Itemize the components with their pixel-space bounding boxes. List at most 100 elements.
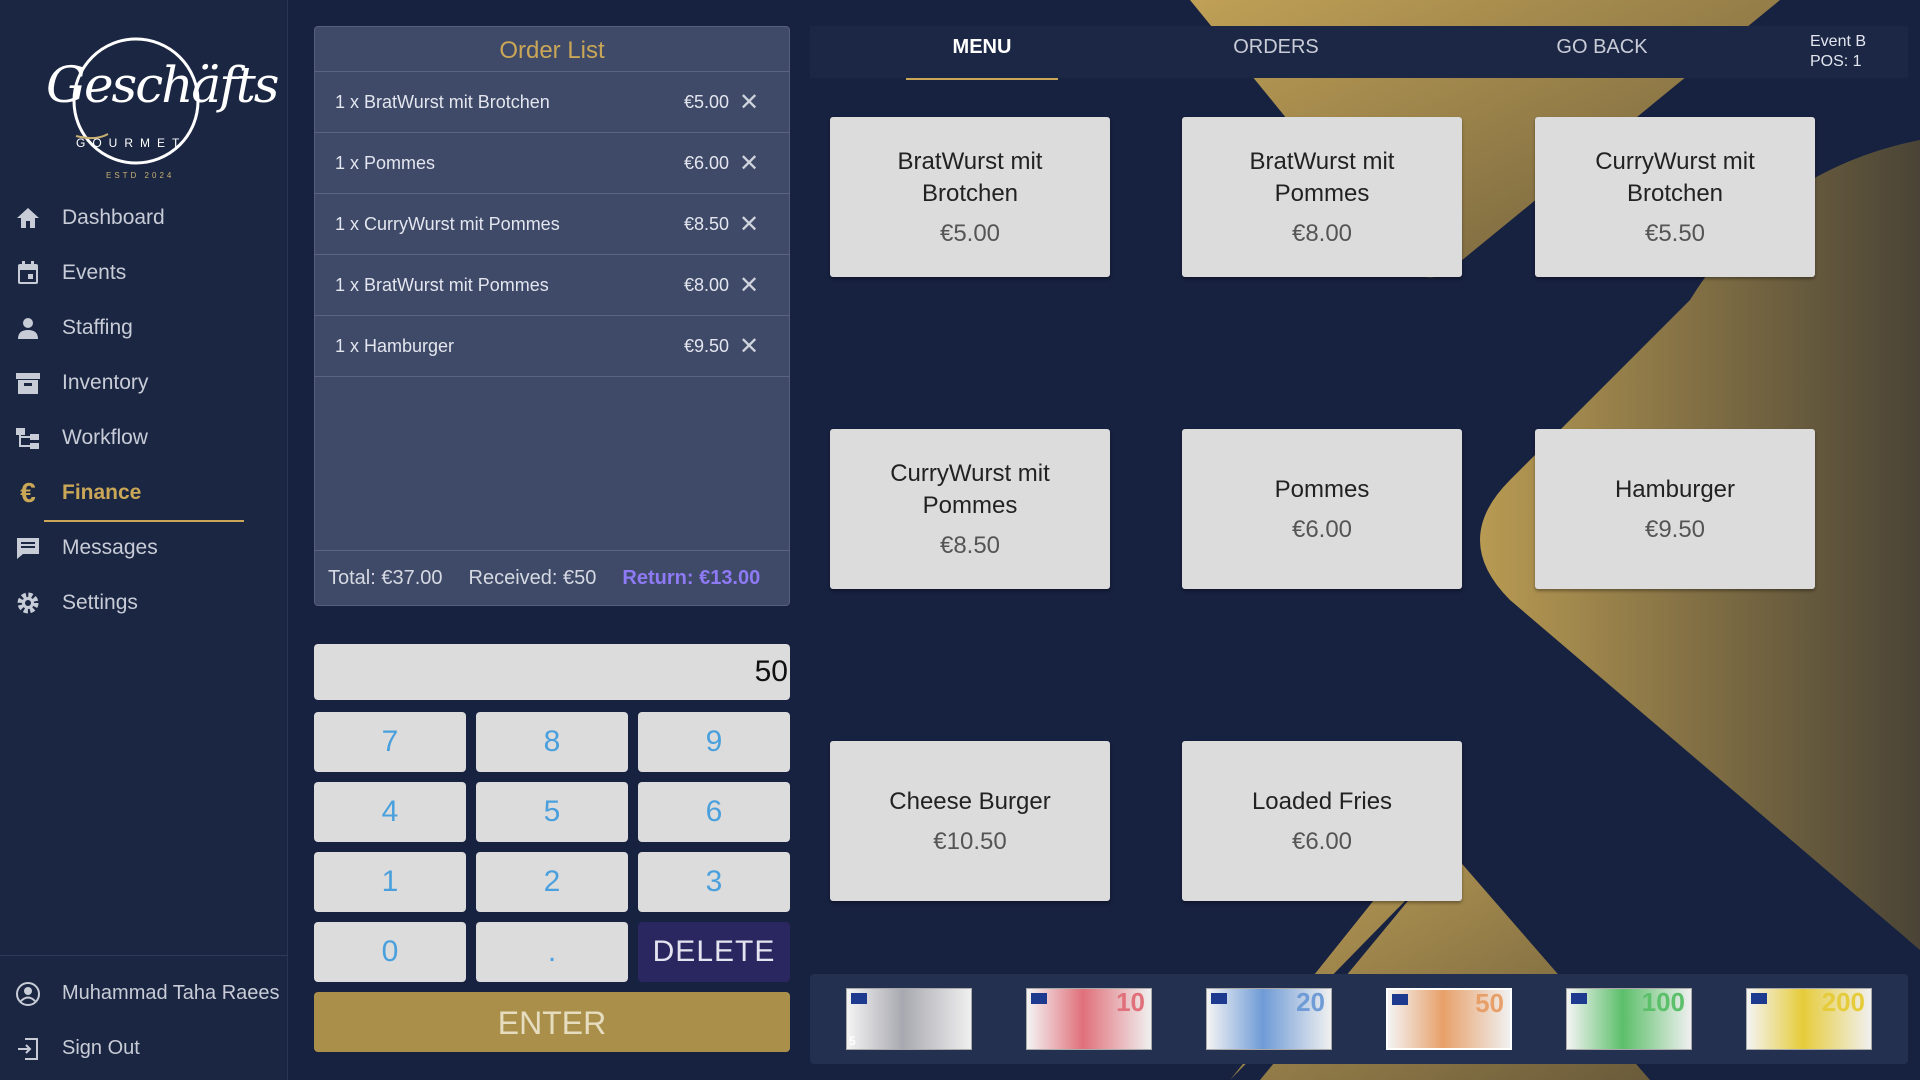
- logo-script: Geschäfts: [46, 56, 279, 114]
- logo-estd: ESTD 2024: [106, 171, 175, 180]
- banknote-selector: 5 10 20 50 100 200: [810, 974, 1908, 1064]
- order-list-title: Order List: [315, 27, 789, 72]
- menu-item-price: €9.50: [1644, 516, 1706, 543]
- menu-item-price: €8.50: [939, 532, 1001, 559]
- sidebar-footer: Muhammad Taha Raees Sign Out: [0, 955, 288, 1076]
- user-circle-icon: [14, 980, 42, 1008]
- delete-button[interactable]: DELETE: [638, 922, 790, 982]
- sign-out-label: Sign Out: [62, 1037, 140, 1059]
- key-9[interactable]: 9: [638, 712, 790, 772]
- menu-item-name: CurryWurst mit Brotchen: [1595, 148, 1755, 207]
- key-1[interactable]: 1: [314, 852, 466, 912]
- menu-item-card[interactable]: BratWurst mit Pommes €8.00: [1182, 117, 1462, 277]
- menu-item-price: €6.00: [1291, 516, 1353, 543]
- menu-item-price: €6.00: [1291, 828, 1353, 855]
- archive-icon: [14, 369, 42, 397]
- sidebar-item-finance[interactable]: € Finance: [0, 465, 288, 522]
- order-item-name: 1 x BratWurst mit Pommes: [335, 274, 549, 295]
- sign-out-icon: [14, 1035, 42, 1063]
- sidebar-item-staffing[interactable]: Staffing: [0, 300, 288, 355]
- banknote-100[interactable]: 100: [1566, 988, 1692, 1050]
- menu-item-card[interactable]: BratWurst mit Brotchen €5.00: [830, 117, 1110, 277]
- order-row: 1 x CurryWurst mit Pommes €8.50 ✕: [315, 194, 789, 255]
- menu-item-price: €5.50: [1644, 220, 1706, 247]
- person-icon: [14, 314, 42, 342]
- enter-button[interactable]: ENTER: [314, 992, 790, 1052]
- menu-item-name: Pommes: [1274, 476, 1370, 503]
- order-row: 1 x Pommes €6.00 ✕: [315, 133, 789, 194]
- gear-icon: [14, 589, 42, 617]
- sidebar-item-label: Inventory: [62, 370, 149, 394]
- order-item-name: 1 x Pommes: [335, 152, 436, 173]
- sidebar: Geschäfts GOURMET ESTD 2024 Dashboard Ev…: [0, 0, 288, 1080]
- workflow-icon: [14, 424, 42, 452]
- banknote-20[interactable]: 20: [1206, 988, 1332, 1050]
- sidebar-item-inventory[interactable]: Inventory: [0, 355, 288, 410]
- sidebar-item-label: Messages: [62, 535, 158, 559]
- sidebar-item-events[interactable]: Events: [0, 245, 288, 300]
- banknote-50[interactable]: 50: [1386, 988, 1512, 1050]
- order-row: 1 x BratWurst mit Pommes €8.00 ✕: [315, 255, 789, 316]
- key-decimal[interactable]: .: [476, 922, 628, 982]
- menu-item-price: €5.00: [939, 220, 1001, 247]
- menu-item-card[interactable]: Pommes €6.00: [1182, 429, 1462, 589]
- sidebar-item-label: Workflow: [62, 425, 148, 449]
- banknote-value: 200: [1821, 988, 1865, 1017]
- user-profile[interactable]: Muhammad Taha Raees: [0, 966, 288, 1021]
- banknote-value: 10: [1116, 988, 1145, 1017]
- order-item-name: 1 x Hamburger: [335, 335, 455, 356]
- sidebar-item-label: Dashboard: [62, 205, 165, 229]
- remove-item-icon[interactable]: ✕: [729, 149, 769, 178]
- menu-item-name: BratWurst mit Pommes: [1249, 148, 1395, 207]
- menu-item-card[interactable]: CurryWurst mit Pommes €8.50: [830, 429, 1110, 589]
- sidebar-item-messages[interactable]: Messages: [0, 520, 288, 575]
- sidebar-item-label: Staffing: [62, 315, 133, 339]
- event-name: Event B: [1810, 33, 1867, 50]
- banknote-10[interactable]: 10: [1026, 988, 1152, 1050]
- menu-item-card[interactable]: Loaded Fries €6.00: [1182, 741, 1462, 901]
- top-nav: MENU ORDERS GO BACK Event B POS: 1: [810, 26, 1908, 80]
- home-icon: [14, 204, 42, 232]
- tab-go-back[interactable]: GO BACK: [1526, 26, 1678, 78]
- sidebar-item-dashboard[interactable]: Dashboard: [0, 190, 288, 245]
- calendar-icon: [14, 259, 42, 287]
- sidebar-item-settings[interactable]: Settings: [0, 575, 288, 630]
- sign-out-button[interactable]: Sign Out: [0, 1021, 288, 1076]
- event-info: Event B POS: 1: [1810, 32, 1866, 72]
- remove-item-icon[interactable]: ✕: [729, 88, 769, 117]
- logo-gourmet: GOURMET: [76, 136, 187, 150]
- message-icon: [14, 534, 42, 562]
- remove-item-icon[interactable]: ✕: [729, 332, 769, 361]
- order-row: 1 x BratWurst mit Brotchen €5.00 ✕: [315, 72, 789, 133]
- menu-item-name: Hamburger: [1614, 476, 1736, 503]
- key-0[interactable]: 0: [314, 922, 466, 982]
- key-5[interactable]: 5: [476, 782, 628, 842]
- user-name: Muhammad Taha Raees: [62, 982, 280, 1004]
- euro-icon: €: [20, 476, 36, 508]
- menu-item-card[interactable]: Cheese Burger €10.50: [830, 741, 1110, 901]
- key-3[interactable]: 3: [638, 852, 790, 912]
- key-8[interactable]: 8: [476, 712, 628, 772]
- remove-item-icon[interactable]: ✕: [729, 271, 769, 300]
- key-6[interactable]: 6: [638, 782, 790, 842]
- key-2[interactable]: 2: [476, 852, 628, 912]
- banknote-5[interactable]: 5: [846, 988, 972, 1050]
- sidebar-item-workflow[interactable]: Workflow: [0, 410, 288, 465]
- order-item-price: €5.00: [683, 91, 729, 112]
- key-4[interactable]: 4: [314, 782, 466, 842]
- order-row: 1 x Hamburger €9.50 ✕: [315, 316, 789, 377]
- key-7[interactable]: 7: [314, 712, 466, 772]
- order-return: Return: €13.00: [622, 567, 761, 589]
- tab-menu[interactable]: MENU: [906, 26, 1058, 80]
- remove-item-icon[interactable]: ✕: [729, 210, 769, 239]
- banknote-200[interactable]: 200: [1746, 988, 1872, 1050]
- menu-item-price: €10.50: [933, 828, 1007, 855]
- pos-number: POS: 1: [1810, 53, 1862, 70]
- menu-item-card[interactable]: CurryWurst mit Brotchen €5.50: [1535, 117, 1815, 277]
- menu-item-card[interactable]: Hamburger €9.50: [1535, 429, 1815, 589]
- order-list-panel: Order List 1 x BratWurst mit Brotchen €5…: [314, 26, 790, 606]
- order-summary: Total: €37.00 Received: €50 Return: €13.…: [315, 550, 789, 606]
- tab-orders[interactable]: ORDERS: [1200, 26, 1352, 78]
- amount-display[interactable]: 50: [314, 644, 790, 700]
- menu-item-price: €8.00: [1291, 220, 1353, 247]
